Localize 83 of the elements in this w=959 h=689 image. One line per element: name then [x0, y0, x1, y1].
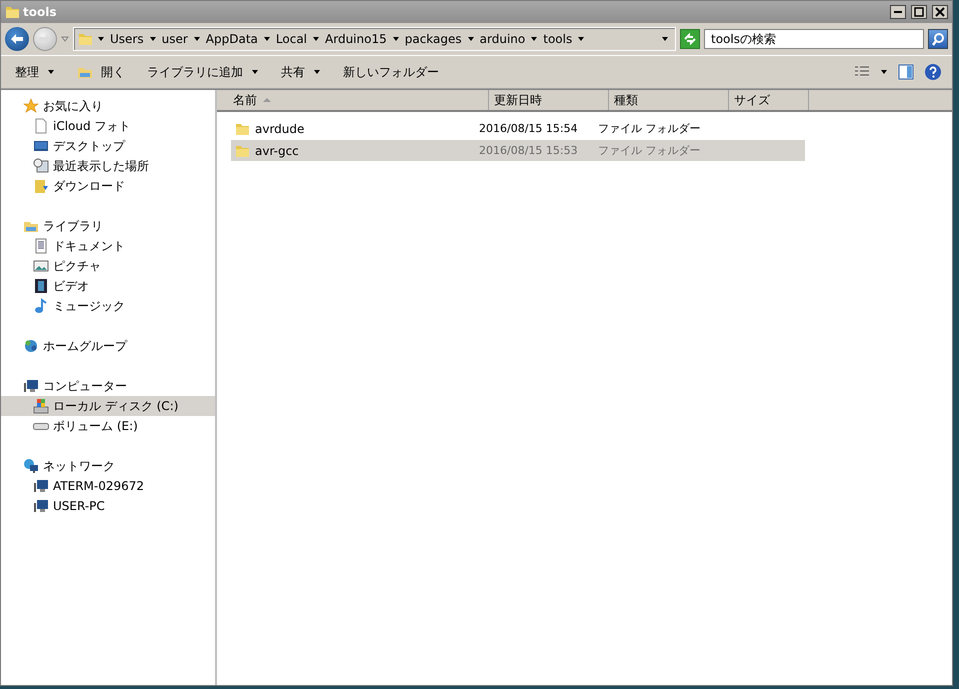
- file-name: avr-gcc: [255, 144, 299, 158]
- star-icon: [23, 98, 39, 114]
- folder-icon: [78, 31, 92, 47]
- close-button[interactable]: [932, 5, 948, 19]
- sidebar-item[interactable]: ボリューム (E:): [1, 416, 215, 436]
- caret-icon[interactable]: [880, 68, 888, 76]
- file-row[interactable]: avr-gcc 2016/08/15 15:53 ファイル フォルダー: [231, 140, 805, 161]
- breadcrumb-item[interactable]: Local: [276, 32, 308, 46]
- caret-icon[interactable]: [530, 35, 538, 43]
- computer-icon: [33, 498, 49, 514]
- breadcrumb-item[interactable]: user: [162, 32, 188, 46]
- maximize-button[interactable]: [911, 5, 927, 19]
- globe-monitor-icon: [23, 458, 39, 474]
- sidebar-item[interactable]: ビデオ: [1, 276, 215, 296]
- caret-icon[interactable]: [661, 35, 669, 43]
- caret-icon[interactable]: [148, 35, 157, 43]
- sidebar-item[interactable]: ミュージック: [1, 296, 215, 316]
- breadcrumb-item[interactable]: Arduino15: [325, 32, 387, 46]
- sidebar-item[interactable]: ライブラリ: [1, 216, 215, 236]
- picture-icon: [33, 258, 49, 274]
- window-title: tools: [23, 5, 58, 19]
- caret-icon[interactable]: [97, 35, 105, 43]
- toolbar-button[interactable]: 共有: [277, 62, 325, 82]
- file-row[interactable]: avrdude 2016/08/15 15:54 ファイル フォルダー: [231, 118, 805, 139]
- sidebar-item[interactable]: USER-PC: [1, 496, 215, 516]
- minimize-icon: [894, 11, 902, 13]
- sidebar-item[interactable]: コンピューター: [1, 376, 215, 396]
- breadcrumb-item[interactable]: Users: [110, 32, 144, 46]
- caret-icon[interactable]: [466, 35, 475, 43]
- sidebar-item[interactable]: ドキュメント: [1, 236, 215, 256]
- sidebar-item[interactable]: ホームグループ: [1, 336, 215, 356]
- sidebar-item[interactable]: iCloud フォト: [1, 116, 215, 136]
- page-icon: [33, 118, 49, 134]
- toolbar-button[interactable]: 整理: [11, 62, 59, 82]
- close-icon: [934, 6, 946, 18]
- breadcrumb-item[interactable]: AppData: [206, 32, 258, 46]
- sidebar-item[interactable]: ローカル ディスク (C:): [1, 396, 215, 416]
- file-name: avrdude: [255, 122, 304, 136]
- drive-icon: [33, 422, 49, 430]
- folder-icon: [33, 178, 49, 194]
- document-icon: [33, 238, 49, 254]
- help-icon[interactable]: [924, 63, 942, 81]
- table-cell-text: 2016/08/15 15:53: [479, 144, 579, 157]
- search-icon: [931, 32, 945, 46]
- breadcrumb-item[interactable]: arduino: [480, 32, 526, 46]
- caret-icon[interactable]: [577, 35, 586, 43]
- globe-icon: [23, 338, 39, 354]
- table-cell-text: ファイル フォルダー: [598, 143, 702, 158]
- sidebar-item[interactable]: お気に入り: [1, 96, 215, 116]
- computer-icon: [33, 478, 49, 494]
- computer-icon: [23, 378, 39, 394]
- folder-icon: [5, 4, 19, 20]
- breadcrumb-item[interactable]: tools: [543, 32, 572, 46]
- maximize-icon: [913, 6, 925, 18]
- caret-icon[interactable]: [262, 35, 271, 43]
- preview-pane-icon[interactable]: [898, 64, 914, 80]
- toolbar-button[interactable]: 開く: [73, 62, 129, 82]
- sidebar-item[interactable]: 最近表示した場所: [1, 156, 215, 176]
- monitor-icon: [33, 138, 49, 154]
- address-bar[interactable]: Users user AppData Local Arduino15 packages arduino tools: [73, 27, 676, 51]
- sidebar-item[interactable]: デスクトップ: [1, 136, 215, 156]
- caret-icon[interactable]: [392, 35, 400, 43]
- refresh-icon: [683, 33, 697, 45]
- search-button[interactable]: [928, 29, 948, 49]
- toolbar-button[interactable]: ライブラリに追加: [143, 62, 263, 82]
- search-field[interactable]: toolsの検索: [704, 29, 924, 49]
- caret-icon[interactable]: [312, 35, 320, 43]
- caret-icon[interactable]: [192, 35, 201, 43]
- table-cell-text: 2016/08/15 15:54: [479, 122, 579, 135]
- sidebar-item[interactable]: ピクチャ: [1, 256, 215, 276]
- refresh-button[interactable]: [680, 29, 700, 49]
- film-icon: [33, 278, 49, 294]
- toolbar-button[interactable]: 新しいフォルダー: [339, 62, 443, 82]
- music-note-icon: [33, 298, 49, 314]
- sidebar-item[interactable]: ネットワーク: [1, 456, 215, 476]
- drive-icon: [33, 398, 49, 414]
- breadcrumb-item[interactable]: packages: [404, 32, 462, 46]
- sidebar-item[interactable]: ATERM-029672: [1, 476, 215, 496]
- sidebar-item[interactable]: ダウンロード: [1, 176, 215, 196]
- table-cell-text: ファイル フォルダー: [598, 121, 702, 136]
- minimize-button[interactable]: [890, 5, 906, 19]
- back-button[interactable]: [5, 27, 29, 51]
- arrow-left-icon: [10, 33, 24, 45]
